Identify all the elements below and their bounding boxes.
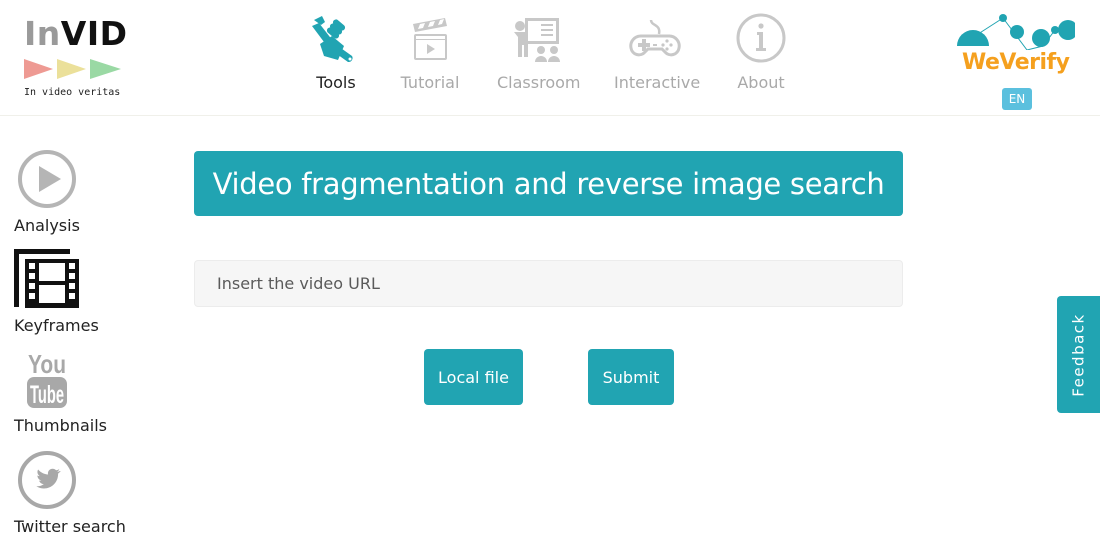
sidebar-item-analysis[interactable]: Analysis — [14, 148, 94, 235]
svg-text:You: You — [28, 349, 66, 379]
weverify-dots-icon — [957, 14, 1075, 50]
invid-logo[interactable]: InVID In video veritas — [22, 14, 132, 104]
logo-tagline: In video veritas — [24, 87, 121, 98]
sidebar-item-label: Analysis — [14, 216, 80, 235]
info-icon — [736, 13, 786, 63]
nav-label: Tutorial — [400, 73, 460, 92]
youtube-icon: You Tube — [27, 349, 67, 409]
logo-triangles-icon — [24, 59, 121, 79]
gamepad-icon — [629, 19, 681, 57]
nav-classroom[interactable]: Classroom — [497, 12, 581, 92]
sidebar-item-keyframes[interactable]: Keyframes — [14, 249, 104, 335]
local-file-button[interactable]: Local file — [424, 349, 523, 405]
wrench-hand-icon — [312, 16, 353, 63]
film-frames-icon — [14, 249, 79, 308]
weverify-wordmark: WeVerify — [962, 50, 1070, 75]
nav-interactive[interactable]: Interactive — [614, 12, 701, 92]
sidebar-item-twitter[interactable]: Twitter search — [14, 450, 126, 536]
sidebar-item-thumbnails[interactable]: You Tube Thumbnails — [14, 349, 109, 435]
nav-label: Classroom — [497, 73, 581, 92]
nav-label: Tools — [316, 73, 356, 92]
language-button[interactable]: EN — [1002, 88, 1032, 110]
twitter-icon — [18, 451, 76, 509]
logo-vid: VID — [60, 14, 128, 53]
nav-about[interactable]: About — [734, 12, 788, 92]
nav-label: About — [737, 73, 785, 92]
sidebar-item-label: Keyframes — [14, 316, 99, 335]
submit-button[interactable]: Submit — [588, 349, 674, 405]
nav-label: Interactive — [614, 73, 701, 92]
video-url-input[interactable] — [194, 260, 903, 307]
classroom-icon — [514, 18, 560, 62]
logo-wordmark: InVID — [24, 14, 128, 54]
page-title: Video fragmentation and reverse image se… — [194, 151, 903, 216]
play-circle-icon — [18, 150, 76, 208]
svg-text:Tube: Tube — [30, 381, 64, 409]
feedback-label: Feedback — [1069, 312, 1088, 397]
clapperboard-icon — [413, 18, 447, 60]
header: InVID In video veritas Tools Tutorial Cl… — [0, 0, 1100, 116]
feedback-tab[interactable]: Feedback — [1057, 296, 1100, 413]
logo-in: In — [24, 14, 61, 53]
nav-tutorial[interactable]: Tutorial — [400, 12, 460, 92]
sidebar-item-label: Thumbnails — [14, 416, 107, 435]
nav-tools[interactable]: Tools — [306, 12, 366, 92]
